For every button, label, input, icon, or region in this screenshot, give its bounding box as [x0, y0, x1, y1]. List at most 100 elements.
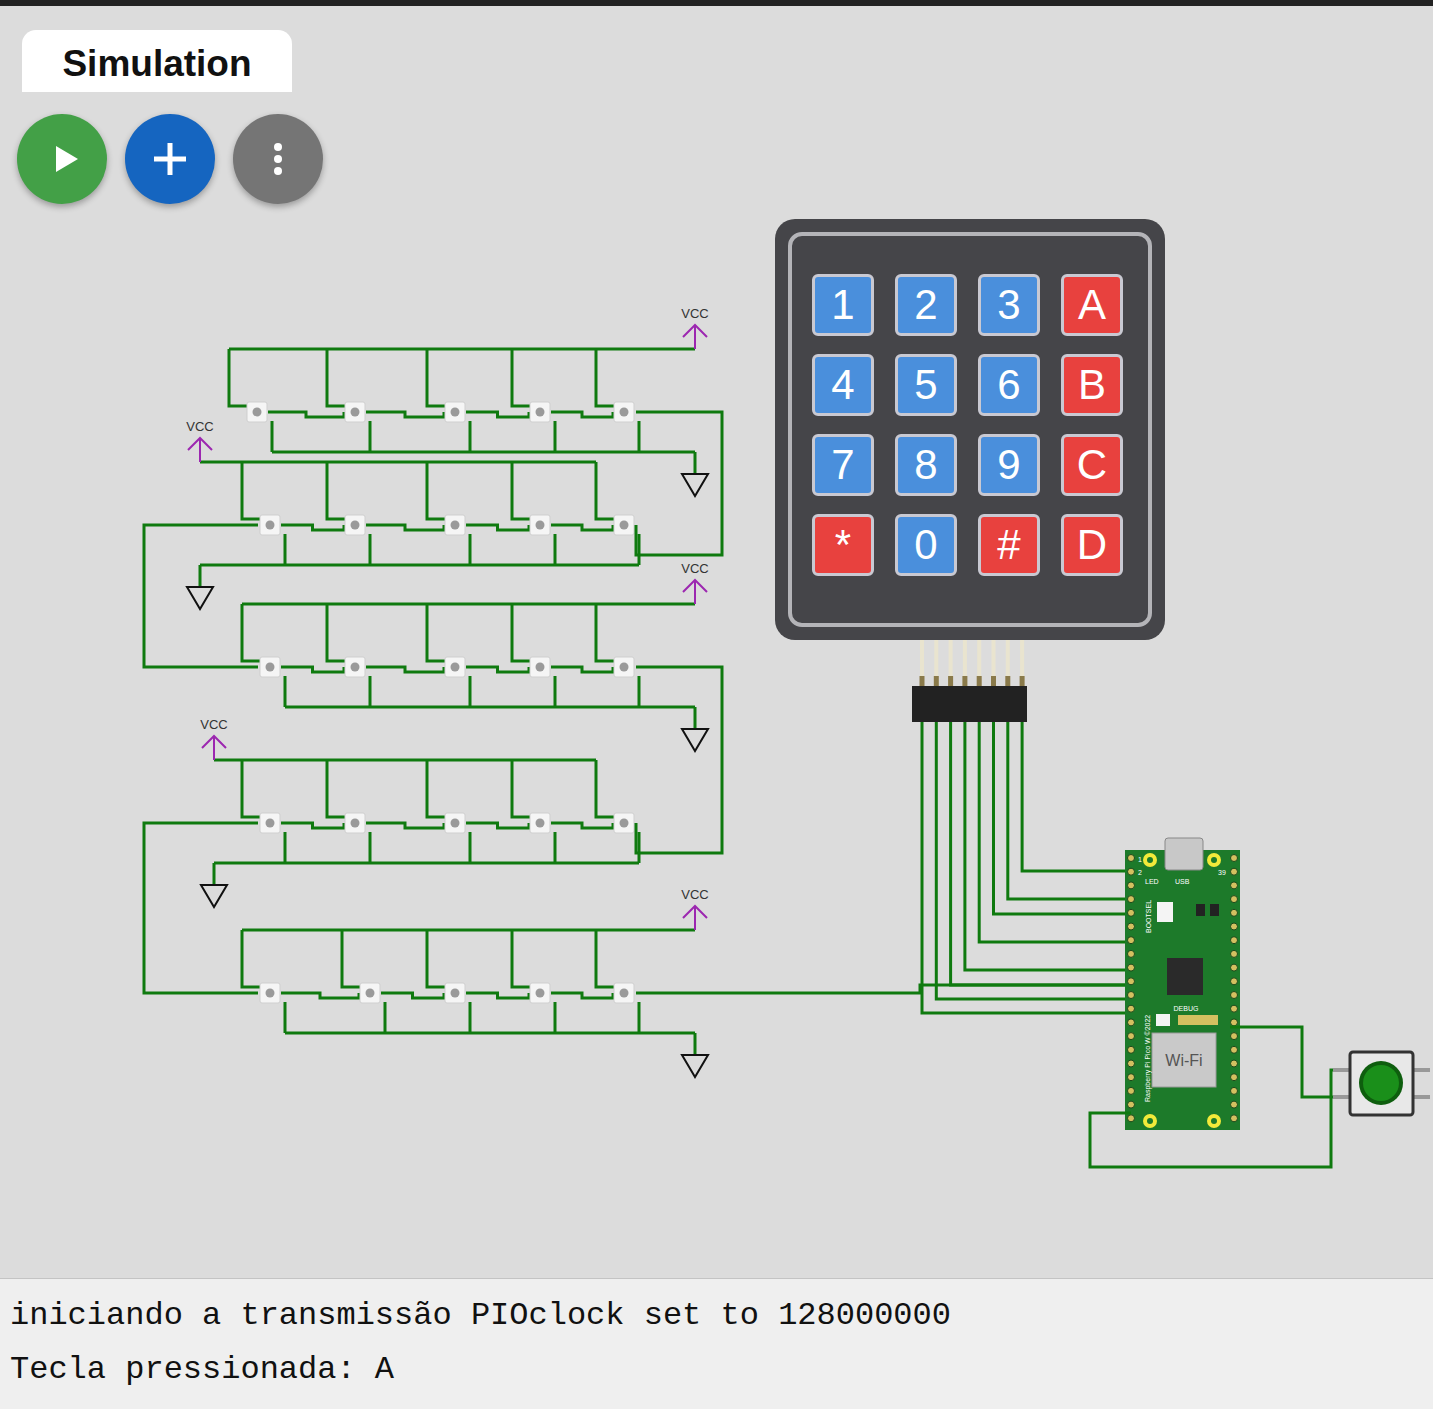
- neopixel-led[interactable]: [530, 402, 550, 422]
- add-part-button[interactable]: [125, 114, 215, 204]
- neopixel-led[interactable]: [260, 813, 280, 833]
- vcc-label: VCC: [681, 887, 708, 902]
- play-button[interactable]: [17, 114, 107, 204]
- pin-1-label: 1: [1138, 856, 1142, 863]
- keypad-wire: [1022, 720, 1128, 871]
- keypad-key[interactable]: *: [812, 514, 874, 576]
- vcc-symbol: VCC: [200, 717, 227, 760]
- neopixel-led[interactable]: [530, 813, 550, 833]
- neopixel-led[interactable]: [614, 813, 634, 833]
- vcc-symbol: VCC: [681, 306, 708, 349]
- ground-icon: [201, 885, 227, 907]
- pushbutton[interactable]: [1090, 1027, 1430, 1167]
- button-cap[interactable]: [1363, 1065, 1399, 1101]
- keypad-wire: [951, 720, 1128, 985]
- gnd-wire: [214, 832, 639, 885]
- keypad-key[interactable]: #: [978, 514, 1040, 576]
- gnd-wire: [285, 676, 695, 729]
- neopixel-led[interactable]: [530, 515, 550, 535]
- debug-label: DEBUG: [1174, 1005, 1199, 1012]
- bootsel-button[interactable]: [1157, 902, 1173, 922]
- keypad-key[interactable]: 7: [812, 434, 874, 496]
- neopixel-led[interactable]: [260, 657, 280, 677]
- vcc-symbol: VCC: [681, 561, 708, 604]
- keypad-key[interactable]: 2: [895, 274, 957, 336]
- neopixel-led[interactable]: [445, 515, 465, 535]
- more-button[interactable]: [233, 114, 323, 204]
- pin-2-label: 2: [1138, 869, 1142, 876]
- keypad-key[interactable]: 0: [895, 514, 957, 576]
- keypad-key[interactable]: 8: [895, 434, 957, 496]
- keypad-frame: 123A 456B 789C * 0 # D: [788, 232, 1152, 627]
- neopixel-led[interactable]: [614, 515, 634, 535]
- simulation-canvas: VCCVCCVCCVCCVCC1239LEDUSBBOOTSELDEBUGWi-…: [0, 204, 1433, 1278]
- play-icon: [48, 142, 82, 176]
- neopixel-led[interactable]: [445, 983, 465, 1003]
- pico-w-board[interactable]: 1239LEDUSBBOOTSELDEBUGWi-FiRaspberry Pi …: [1125, 838, 1240, 1130]
- neopixel-led[interactable]: [260, 515, 280, 535]
- vcc-label: VCC: [186, 419, 213, 434]
- serial-monitor: iniciando a transmissão PIOclock set to …: [0, 1278, 1433, 1409]
- keypad-wire: [965, 720, 1128, 970]
- keypad-wire: [1008, 720, 1128, 899]
- vcc-symbol: VCC: [681, 887, 708, 930]
- keypad-key[interactable]: C: [1061, 434, 1123, 496]
- neopixel-led[interactable]: [530, 657, 550, 677]
- vcc-symbol: VCC: [186, 419, 213, 462]
- keypad-key[interactable]: D: [1061, 514, 1123, 576]
- keypad-wire: [936, 720, 1128, 999]
- neopixel-led[interactable]: [445, 402, 465, 422]
- neopixel-led[interactable]: [247, 402, 267, 422]
- ground-icon: [187, 587, 213, 609]
- neopixel-led[interactable]: [530, 983, 550, 1003]
- plus-icon: [152, 141, 188, 177]
- vcc-wire: [229, 349, 695, 406]
- gnd-wire: [285, 1002, 695, 1055]
- wokwi-page: SimulationVCCVCCVCCVCCVCC1239LEDUSBBOOTS…: [0, 0, 1433, 1409]
- console-line: Tecla pressionada: A: [10, 1343, 1423, 1397]
- wifi-label: Wi-Fi: [1165, 1052, 1202, 1069]
- neopixel-led[interactable]: [360, 983, 380, 1003]
- console-line: iniciando a transmissão PIOclock set to …: [10, 1289, 1423, 1343]
- neopixel-led[interactable]: [614, 983, 634, 1003]
- pin-39-label: 39: [1218, 869, 1226, 876]
- led-row: VCC: [229, 306, 709, 496]
- neopixel-led[interactable]: [445, 657, 465, 677]
- keypad-wire: [922, 720, 1128, 1013]
- neopixel-led[interactable]: [614, 402, 634, 422]
- neopixel-led[interactable]: [345, 515, 365, 535]
- neopixel-led[interactable]: [345, 657, 365, 677]
- neopixel-led[interactable]: [345, 402, 365, 422]
- led-label: LED: [1145, 878, 1159, 885]
- bootsel-label: BOOTSEL: [1145, 900, 1152, 933]
- keypad-key[interactable]: 9: [978, 434, 1040, 496]
- vcc-label: VCC: [200, 717, 227, 732]
- more-dots-icon: [272, 141, 284, 177]
- vcc-wire: [200, 462, 614, 519]
- led-row: VCC: [200, 717, 639, 907]
- keypad-key[interactable]: 1: [812, 274, 874, 336]
- vcc-label: VCC: [681, 561, 708, 576]
- keypad-key[interactable]: A: [1061, 274, 1123, 336]
- simulation-tab[interactable]: Simulation: [22, 30, 292, 92]
- keypad-key[interactable]: 4: [812, 354, 874, 416]
- keypad-key[interactable]: 5: [895, 354, 957, 416]
- membrane-keypad: 123A 456B 789C * 0 # D: [775, 219, 1165, 640]
- gnd-wire: [272, 421, 695, 474]
- vcc-wire: [242, 930, 695, 987]
- circuit-diagram: VCCVCCVCCVCCVCC1239LEDUSBBOOTSELDEBUGWi-…: [0, 204, 1433, 1278]
- keypad-key[interactable]: 6: [978, 354, 1040, 416]
- led-row: VCC: [242, 561, 709, 751]
- neopixel-led[interactable]: [614, 657, 634, 677]
- neopixel-led[interactable]: [445, 813, 465, 833]
- neopixel-led[interactable]: [345, 813, 365, 833]
- keypad-key[interactable]: B: [1061, 354, 1123, 416]
- vcc-wire: [214, 760, 614, 817]
- neopixel-led[interactable]: [260, 983, 280, 1003]
- chain-wire: [144, 823, 258, 993]
- keypad-key[interactable]: 3: [978, 274, 1040, 336]
- led-row: VCC: [242, 887, 709, 1077]
- tab-bar: Simulation: [0, 6, 1433, 92]
- toolbar: [0, 114, 1433, 204]
- wifi-module: [1152, 1033, 1216, 1087]
